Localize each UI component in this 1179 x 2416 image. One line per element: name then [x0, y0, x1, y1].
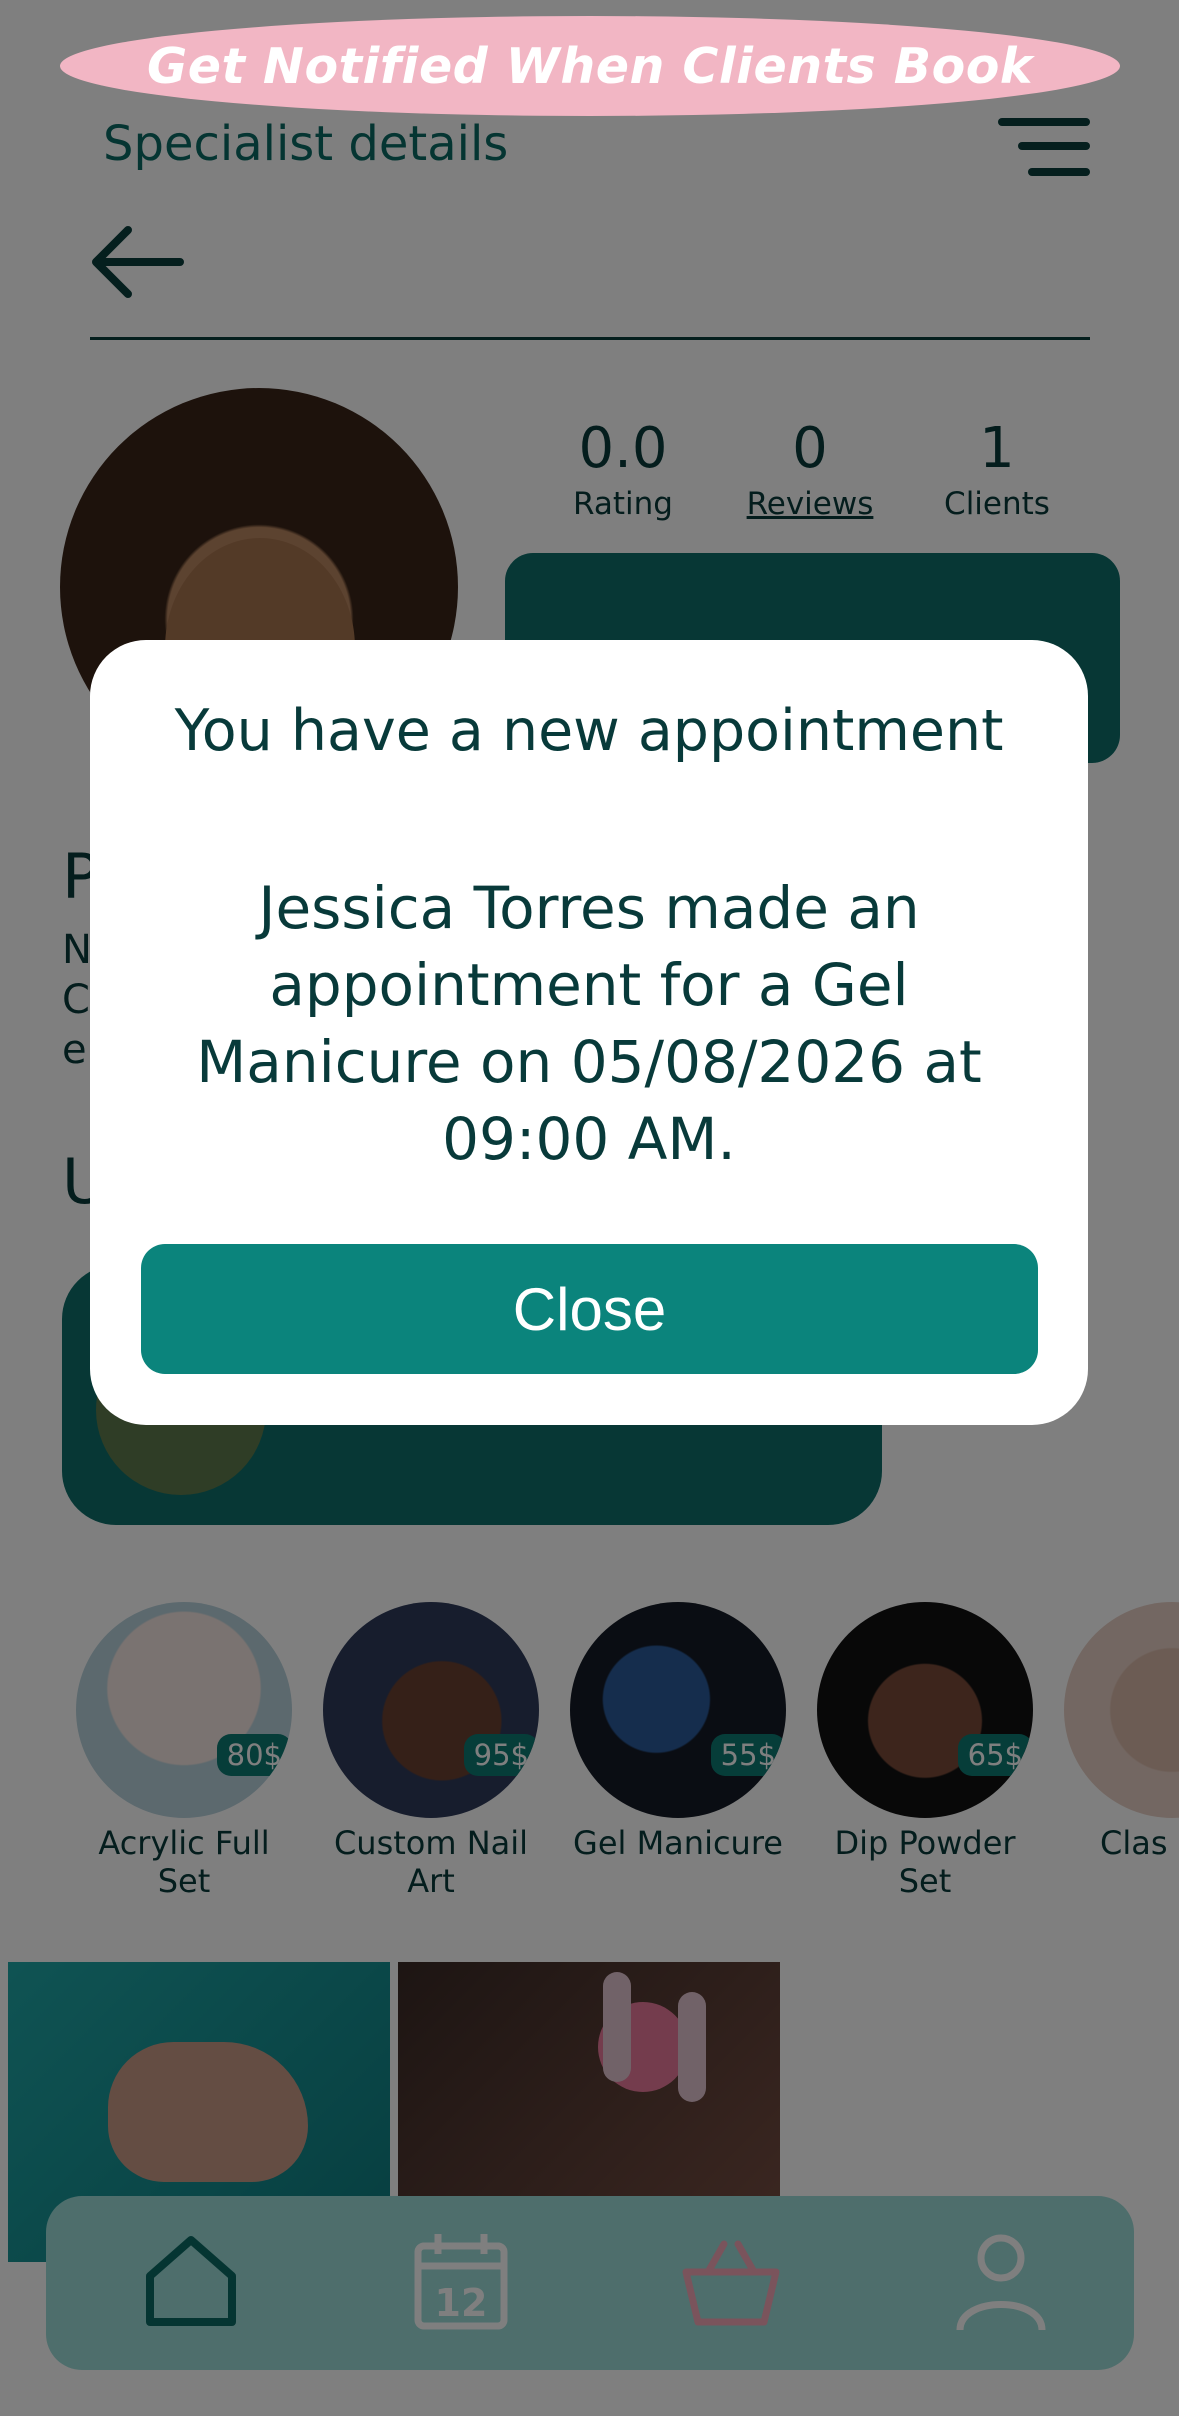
appointment-dialog: You have a new appointment Jessica Torre… — [90, 640, 1088, 1425]
dialog-message: Jessica Torres made an appointment for a… — [196, 874, 982, 1173]
dialog-title: You have a new appointment — [174, 698, 1004, 764]
specialist-details-screen: Get Notified When Clients Book Specialis… — [0, 0, 1179, 2416]
close-button[interactable]: Close — [141, 1244, 1038, 1374]
banner-text: Get Notified When Clients Book — [147, 37, 1033, 95]
notification-banner: Get Notified When Clients Book — [60, 16, 1120, 116]
